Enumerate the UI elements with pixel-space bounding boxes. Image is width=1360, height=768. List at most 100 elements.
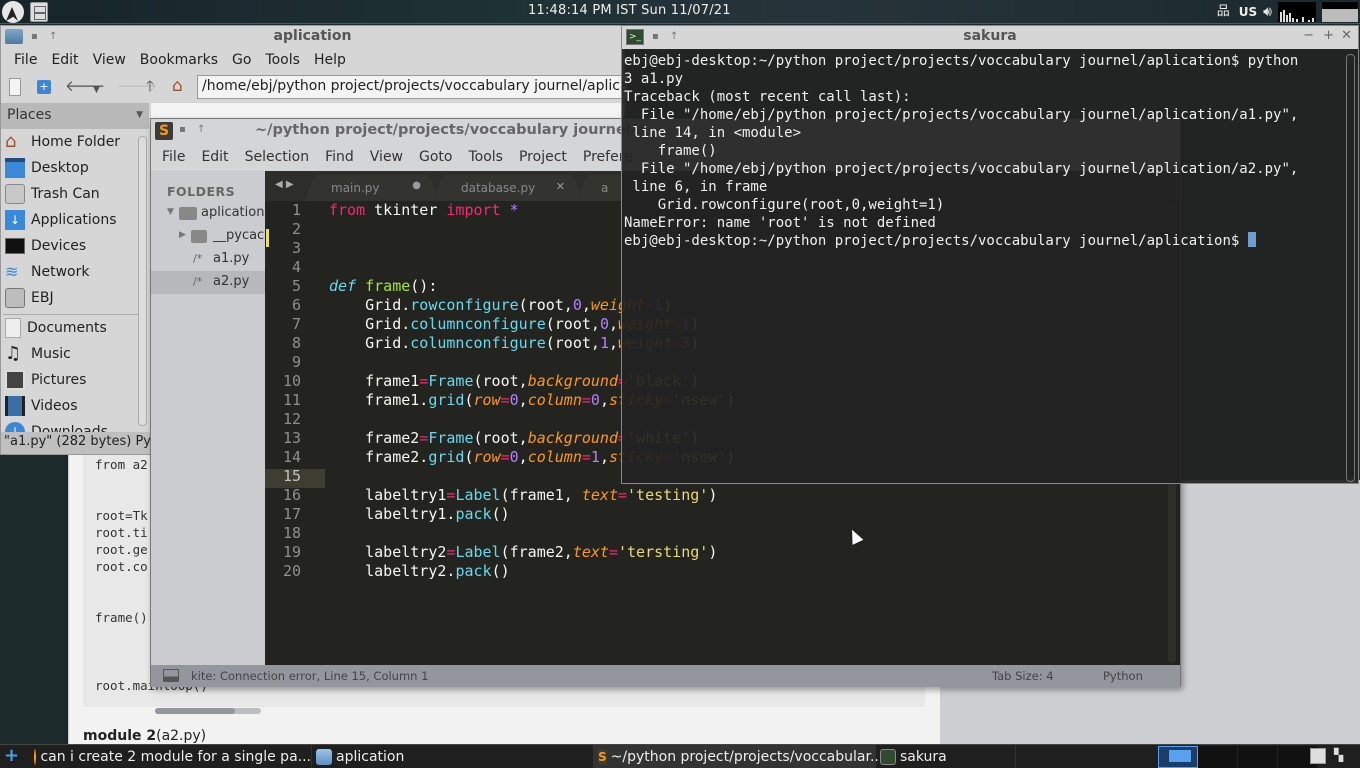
places-separator — [3, 314, 139, 315]
place-applications[interactable]: ↓ Applications — [5, 208, 117, 232]
minimize-button[interactable]: − — [1303, 28, 1314, 43]
history-dropdown-icon[interactable]: ▼ — [93, 82, 100, 98]
close-icon[interactable]: ✕ — [556, 180, 565, 193]
task-terminal[interactable]: sakura — [876, 745, 1016, 768]
tab-nav-arrows-icon[interactable]: ◀ ▶ — [275, 179, 294, 190]
place-downloads[interactable]: ↓ Downloads — [5, 420, 108, 432]
panel-toggle-icon[interactable] — [163, 669, 179, 682]
terminal-prompt-line: ebj@ebj-desktop:~/python project/project… — [624, 232, 1298, 250]
network-icon[interactable]: 品 — [1217, 5, 1233, 19]
task-sublime[interactable]: S ~/python project/projects/voccabular... — [594, 745, 883, 768]
module-title-file: (a2.py) — [156, 728, 207, 744]
close-button[interactable]: ✕ — [1341, 28, 1352, 43]
new-tab-icon[interactable]: + — [37, 80, 51, 94]
place-trash-can[interactable]: Trash Can — [5, 182, 100, 206]
place-pictures[interactable]: Pictures — [5, 368, 86, 392]
tree-file-a2[interactable]: /* a2.py — [151, 271, 265, 294]
menu-view[interactable]: View — [86, 52, 133, 68]
clock[interactable]: 11:48:14 PM IST Sun 11/07/21 — [528, 3, 731, 18]
drive-icon — [5, 288, 25, 308]
minimize-icon[interactable]: ▪ — [179, 125, 189, 135]
tree-file-a1[interactable]: /* a1.py — [151, 248, 265, 271]
place-documents[interactable]: Documents — [5, 316, 107, 340]
places-dropdown[interactable]: Places ▼ — [1, 103, 149, 129]
menu-bookmarks[interactable]: Bookmarks — [133, 52, 225, 68]
menu-selection[interactable]: Selection — [237, 149, 318, 165]
tab-database-py[interactable]: database.py ✕ — [433, 175, 583, 201]
menu-view[interactable]: View — [362, 149, 411, 165]
place-videos[interactable]: Videos — [5, 394, 78, 418]
menu-help[interactable]: Help — [307, 52, 353, 68]
code-line: labeltry1=Label(frame1, text='testing') — [329, 486, 718, 504]
menu-file[interactable]: File — [154, 149, 193, 165]
tree-label: a2.py — [213, 274, 250, 289]
menu-edit[interactable]: Edit — [44, 52, 85, 68]
line-number: 9 — [291, 353, 301, 371]
workspace-pager[interactable] — [1158, 746, 1318, 768]
line-number: 8 — [291, 334, 301, 352]
line-number: 16 — [282, 486, 301, 504]
menu-goto[interactable]: Goto — [411, 149, 460, 165]
show-desktop-icon[interactable] — [1310, 748, 1326, 764]
menu-tools[interactable]: Tools — [460, 149, 511, 165]
sidebar-scrollbar[interactable] — [155, 708, 261, 714]
file-manager-launcher-icon[interactable] — [30, 2, 48, 22]
place-label: Trash Can — [31, 186, 100, 202]
place-network[interactable]: ≋ Network — [5, 260, 89, 284]
chevron-down-icon: ▼ — [136, 110, 143, 120]
line-number: 12 — [282, 410, 301, 428]
task-label: sakura — [900, 749, 947, 765]
modified-dot-icon[interactable]: ● — [412, 180, 421, 191]
task-label: aplication — [336, 749, 405, 765]
workspace-1[interactable] — [1158, 746, 1198, 768]
tab-size[interactable]: Tab Size: 4 — [992, 669, 1054, 683]
place-home-folder[interactable]: ⌂ Home Folder — [5, 130, 120, 154]
menu-file[interactable]: File — [7, 52, 44, 68]
home-icon[interactable]: ⌂ — [172, 78, 183, 95]
place-label: Downloads — [31, 424, 108, 432]
place-label: Applications — [31, 212, 117, 228]
workspace-3[interactable] — [1238, 746, 1278, 768]
menu-go[interactable]: Go — [225, 52, 258, 68]
place-desktop[interactable]: Desktop — [5, 156, 89, 180]
menu-tools[interactable]: Tools — [258, 52, 307, 68]
file-icon: /* — [193, 275, 203, 288]
task-firefox[interactable]: can i create 2 module for a single pa... — [30, 745, 312, 768]
task-file-manager[interactable]: aplication — [312, 745, 594, 768]
terminal-output[interactable]: ebj@ebj-desktop:~/python project/project… — [624, 52, 1298, 250]
up-icon[interactable]: 🡑 — [146, 78, 154, 94]
new-window-icon[interactable] — [9, 78, 21, 96]
volume-icon[interactable]: 🔊︎ — [1263, 4, 1272, 20]
terminal-line: line 14, in <module> — [624, 125, 802, 141]
add-icon[interactable]: + — [4, 747, 19, 765]
places-scrollbar[interactable] — [138, 136, 147, 426]
place-devices[interactable]: Devices — [5, 234, 86, 258]
document-icon — [5, 318, 21, 338]
workspace-2[interactable] — [1198, 746, 1238, 768]
menu-find[interactable]: Find — [317, 149, 362, 165]
window-list-icon[interactable]: ▚ — [1334, 748, 1352, 766]
menu-project[interactable]: Project — [511, 149, 575, 165]
maximize-button[interactable]: + — [1323, 28, 1334, 43]
tree-folder-aplication[interactable]: ▼ aplication — [151, 202, 265, 225]
sublime-logo-icon: S — [155, 122, 173, 140]
syntax-selector[interactable]: Python — [1103, 669, 1143, 683]
file-manager-titlebar[interactable]: ▪ ↑ aplication — [1, 26, 624, 48]
code-line: frame() — [95, 610, 148, 625]
code-line: labeltry2=Label(frame2,text='tersting') — [329, 543, 718, 561]
line-number: 2 — [291, 220, 301, 238]
task-label: ~/python project/projects/voccabular... — [610, 749, 884, 765]
line-number: 7 — [291, 315, 301, 333]
terminal-scrollbar[interactable] — [1346, 54, 1355, 482]
distro-logo-icon[interactable] — [2, 1, 24, 23]
raise-icon[interactable]: ↑ — [197, 125, 207, 135]
tree-folder-pycache[interactable]: ▶ __pycach — [151, 225, 265, 248]
address-bar[interactable]: /home/ebj/python project/projects/voccab… — [197, 75, 627, 99]
keyboard-layout[interactable]: US — [1239, 5, 1257, 19]
menu-edit[interactable]: Edit — [193, 149, 236, 165]
place-music[interactable]: ♫ Music — [5, 342, 71, 366]
place-ebj[interactable]: EBJ — [5, 286, 54, 310]
terminal-titlebar[interactable]: >_ ▪ ↑ sakura − + ✕ — [622, 26, 1358, 49]
window-title: sakura — [963, 28, 1017, 44]
tab-main-py[interactable]: main.py ● — [305, 175, 439, 201]
